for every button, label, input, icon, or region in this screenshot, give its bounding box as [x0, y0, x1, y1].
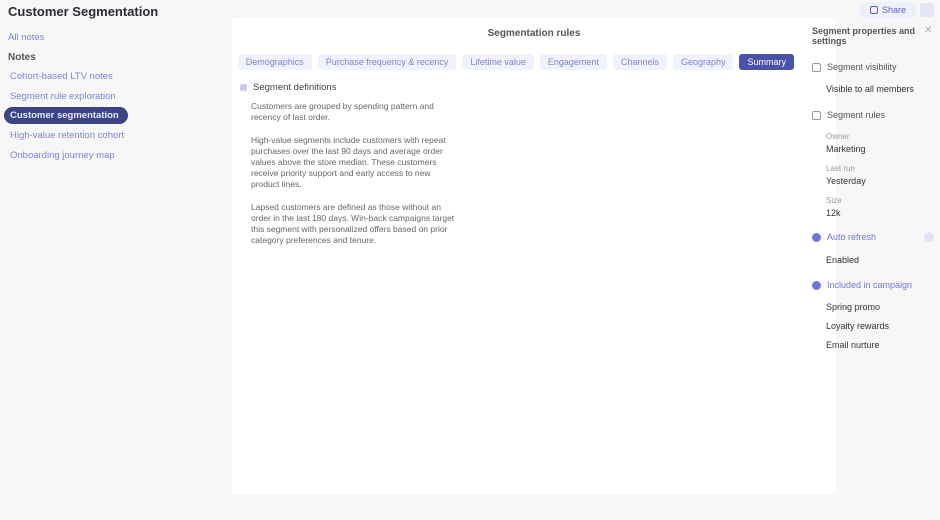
auto-refresh-section[interactable]: Auto refresh [812, 232, 876, 242]
bullet-icon [240, 84, 247, 91]
sidebar-item[interactable]: High-value retention cohort [4, 127, 128, 144]
paragraph: Customers are grouped by spending patter… [251, 101, 434, 122]
app-title: Customer Segmentation [8, 4, 159, 19]
campaign-section[interactable]: Included in campaign [812, 280, 912, 290]
more-icon[interactable] [920, 3, 934, 17]
section-label: Included in campaign [827, 280, 913, 290]
section-label: Segment visibility [827, 62, 897, 72]
close-icon[interactable]: ✕ [924, 26, 934, 36]
campaign-item: Email nurture [826, 340, 880, 350]
content-area: Segment definitions Customers are groupe… [240, 82, 470, 246]
checkbox-icon[interactable] [812, 110, 821, 120]
share-button-label: Share [881, 5, 906, 15]
tab[interactable]: Demographics [237, 54, 312, 70]
field-label: Size [826, 196, 842, 205]
checkbox-icon[interactable] [812, 62, 821, 72]
sidebar-item-label: Customer segmentation [10, 110, 119, 121]
main-panel: Segmentation rules Demographics Purchase… [232, 18, 836, 494]
tab-active[interactable]: Summary [739, 54, 794, 70]
share-button[interactable]: Share [859, 2, 916, 18]
tab-bar: Demographics Purchase frequency & recenc… [237, 54, 794, 70]
tab[interactable]: Channels [612, 54, 667, 70]
sidebar-item-label: Onboarding journey map [10, 150, 115, 161]
sidebar: All notes Notes Cohort-based LTV notes S… [0, 24, 232, 520]
sidebar-item-active[interactable]: Customer segmentation [4, 107, 128, 124]
field-value: Marketing [826, 144, 866, 154]
rules-section[interactable]: Segment rules [812, 110, 885, 120]
properties-panel: Segment properties and settings ✕ Segmen… [806, 18, 940, 520]
toggle-value: Enabled [826, 255, 860, 265]
tab[interactable]: Engagement [539, 54, 607, 70]
visibility-section[interactable]: Segment visibility [812, 62, 897, 72]
tab[interactable]: Geography [672, 54, 734, 70]
sidebar-item[interactable]: Cohort-based LTV notes [4, 68, 128, 85]
paragraph: High-value segments include customers wi… [251, 135, 446, 189]
sidebar-heading: Notes [8, 52, 36, 63]
sidebar-item-label: High-value retention cohort [10, 130, 125, 141]
field-label: Owner [826, 132, 850, 141]
tab[interactable]: Purchase frequency & recency [317, 54, 457, 70]
radio-icon[interactable] [812, 280, 821, 290]
sidebar-item[interactable]: Onboarding journey map [4, 147, 128, 164]
content-heading-text: Segment definitions [253, 82, 337, 93]
panel-title: Segmentation rules [487, 28, 581, 39]
field-label: Last run [826, 164, 855, 173]
sidebar-item-label: Cohort-based LTV notes [10, 71, 113, 82]
campaign-item: Loyalty rewards [826, 321, 890, 331]
section-label: Segment rules [827, 110, 886, 120]
tab[interactable]: Lifetime value [462, 54, 534, 70]
toggle-icon[interactable] [924, 232, 934, 242]
radio-icon[interactable] [812, 232, 821, 242]
campaign-item: Spring promo [826, 302, 881, 312]
section-label: Auto refresh [827, 232, 877, 242]
paragraph: Lapsed customers are defined as those wi… [251, 202, 455, 245]
sidebar-item-label: Segment rule exploration [10, 91, 116, 102]
sidebar-item[interactable]: Segment rule exploration [4, 88, 128, 105]
content-heading: Segment definitions [240, 82, 470, 93]
top-toolbar: Share [859, 2, 934, 18]
share-icon [869, 6, 878, 14]
properties-title: Segment properties and settings [812, 26, 916, 46]
back-link[interactable]: All notes [8, 32, 44, 43]
visibility-value: Visible to all members [826, 84, 914, 94]
field-value: 12k [826, 208, 841, 218]
field-value: Yesterday [826, 176, 866, 186]
